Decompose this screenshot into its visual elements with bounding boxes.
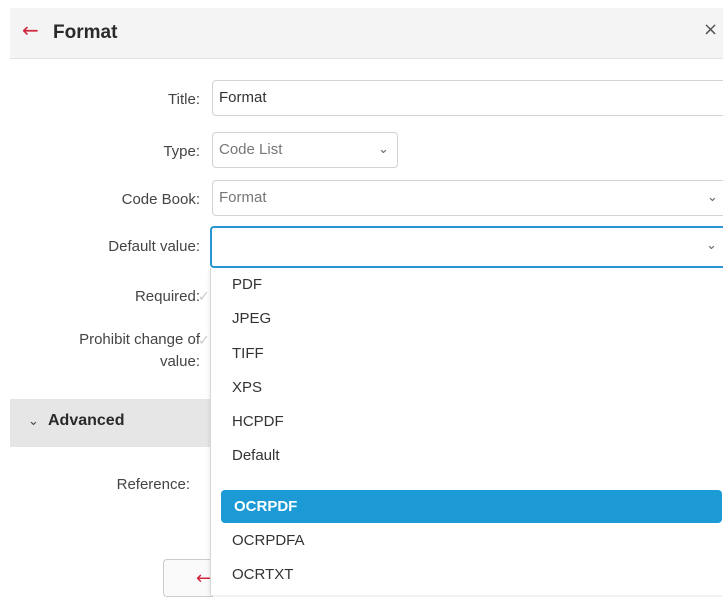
checkbox-icon[interactable]: ✓ [198,333,210,349]
chevron-down-icon: ⌄ [706,238,717,253]
dropdown-option[interactable]: Default [219,439,722,473]
default-value-dropdown-list[interactable]: PDF JPEG TIFF XPS HCPDF Default OCRPDF O… [210,268,723,595]
type-select-value: Code List [219,141,283,158]
codebook-select[interactable]: Format ⌄ [212,180,723,216]
codebook-label: Code Book: [121,191,200,208]
dropdown-option[interactable]: HCPDF [219,405,722,439]
advanced-section-header[interactable]: ⌄ Advanced [10,399,210,447]
dropdown-option[interactable]: OCRPDFA [219,524,722,558]
reference-label: Reference: [116,476,190,493]
type-select[interactable]: Code List ⌄ [212,132,398,168]
required-label: Required: [134,288,200,305]
prohibit-label-line2: value: [159,353,200,370]
dropdown-option[interactable]: PDF [219,268,722,302]
dropdown-option[interactable]: TIFF [219,337,722,371]
chevron-down-icon: ⌄ [707,190,718,205]
default-value-label: Default value: [108,238,200,255]
dialog-title: Format [53,22,118,43]
back-arrow-icon[interactable]: ← [22,18,39,42]
chevron-down-icon: ⌄ [28,414,39,429]
checkbox-icon[interactable]: ✓ [198,289,210,305]
dropdown-option[interactable]: XPS [219,371,722,405]
prohibit-label-line1: Prohibit change of [79,331,200,348]
default-value-select[interactable]: ⌄ [210,226,723,268]
codebook-select-value: Format [219,189,267,206]
back-arrow-icon: ← [196,568,212,589]
dropdown-option[interactable]: OCRTXT [219,558,722,592]
dropdown-option-selected[interactable]: OCRPDF [221,490,722,523]
close-icon[interactable]: × [703,19,718,41]
back-button[interactable]: ← [163,559,213,597]
type-label: Type: [163,143,200,160]
dialog-header: ← Format × [10,8,723,59]
chevron-down-icon: ⌄ [378,142,389,157]
advanced-label: Advanced [48,412,125,429]
title-label: Title: [168,91,200,108]
dropdown-option[interactable]: JPEG [219,302,722,336]
title-input[interactable]: Format [212,80,723,116]
